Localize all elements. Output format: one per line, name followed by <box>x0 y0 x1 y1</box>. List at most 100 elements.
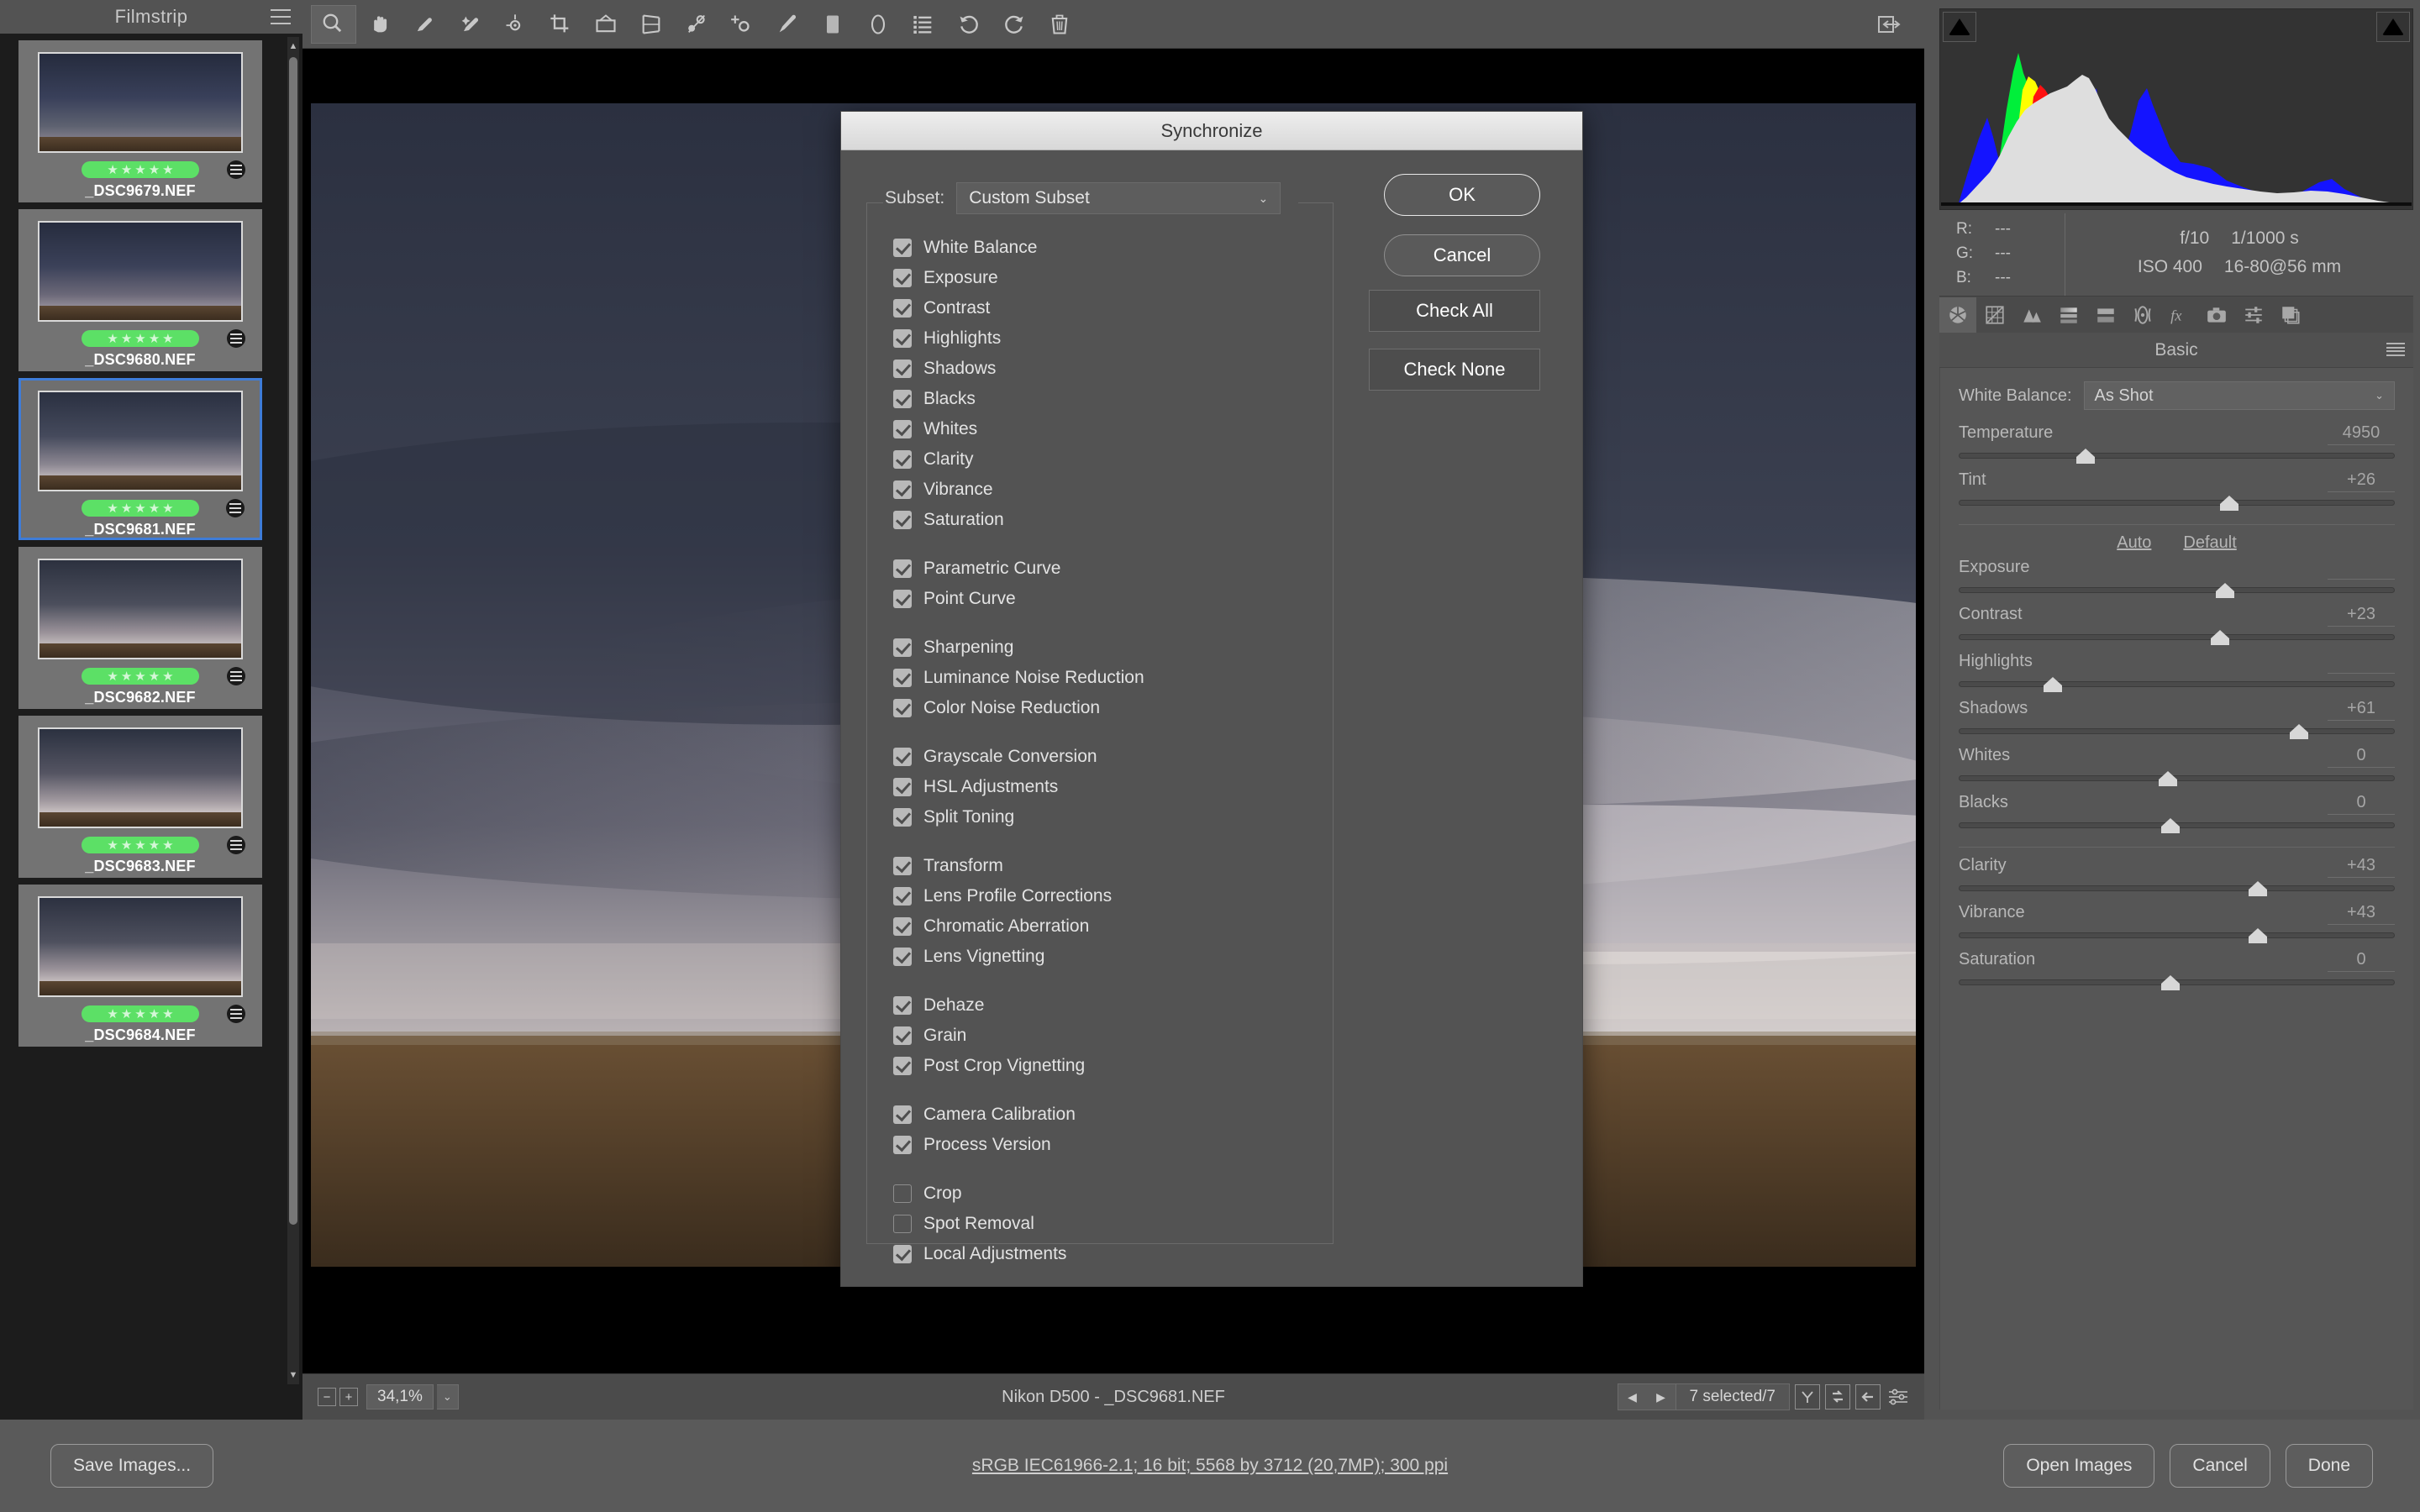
sync-checkbox-row[interactable]: Luminance Noise Reduction <box>893 663 1330 693</box>
slider-vibrance[interactable]: Vibrance+43 <box>1959 903 2395 945</box>
slider-value[interactable]: 4950 <box>2328 423 2395 445</box>
slider-handle[interactable] <box>2290 724 2308 739</box>
split-toning-tab[interactable] <box>2087 297 2124 333</box>
sliders-icon[interactable] <box>1886 1384 1911 1410</box>
sync-checkbox-row[interactable]: Whites <box>893 414 1330 444</box>
basic-tab[interactable] <box>1939 297 1976 333</box>
sync-checkbox-row[interactable]: Lens Profile Corrections <box>893 881 1330 911</box>
star-rating[interactable]: ★★★★★ <box>82 668 199 685</box>
next-image-icon[interactable]: ▶ <box>1647 1390 1676 1404</box>
checkbox-checked-icon[interactable] <box>893 748 912 766</box>
sync-checkbox-row[interactable]: Camera Calibration <box>893 1100 1330 1130</box>
slider-handle[interactable] <box>2044 677 2062 692</box>
zoom-level-value[interactable]: 34,1% <box>366 1384 434 1410</box>
checkbox-checked-icon[interactable] <box>893 269 912 287</box>
checkbox-checked-icon[interactable] <box>893 360 912 378</box>
checkbox-unchecked-icon[interactable] <box>893 1215 912 1233</box>
filmstrip-scrollbar[interactable]: ▲ ▼ <box>287 37 299 1384</box>
cancel-button[interactable]: Cancel <box>1384 234 1540 276</box>
checkbox-checked-icon[interactable] <box>893 638 912 657</box>
slider-temperature[interactable]: Temperature4950 <box>1959 423 2395 465</box>
slider-handle[interactable] <box>2220 496 2238 511</box>
star-rating[interactable]: ★★★★★ <box>82 500 199 517</box>
slider-track[interactable] <box>1959 816 2395 835</box>
zoom-in-button[interactable]: + <box>339 1388 358 1406</box>
slider-handle[interactable] <box>2216 583 2234 598</box>
scroll-down-icon[interactable]: ▼ <box>287 1366 299 1384</box>
graduated-filter-icon[interactable] <box>810 5 855 44</box>
slider-value[interactable]: +26 <box>2328 470 2395 492</box>
star-rating[interactable]: ★★★★★ <box>82 330 199 347</box>
preferences-icon[interactable] <box>901 5 946 44</box>
checkbox-checked-icon[interactable] <box>893 239 912 257</box>
panel-menu-icon[interactable] <box>2386 343 2405 356</box>
targeted-adjustment-icon[interactable] <box>492 5 538 44</box>
slider-track[interactable] <box>1959 722 2395 741</box>
toggle-fullscreen-icon[interactable] <box>1869 7 1909 42</box>
slider-value[interactable]: +43 <box>2328 856 2395 878</box>
lens-corrections-tab[interactable] <box>2124 297 2161 333</box>
white-balance-sliders[interactable]: Temperature4950Tint+26 <box>1959 423 2395 512</box>
sync-checkbox-row[interactable]: Chromatic Aberration <box>893 911 1330 942</box>
sync-checkbox-list[interactable]: White BalanceExposureContrastHighlightsS… <box>893 233 1330 1269</box>
scroll-up-icon[interactable]: ▲ <box>287 37 299 55</box>
checkbox-checked-icon[interactable] <box>893 390 912 408</box>
slider-value[interactable]: +23 <box>2328 605 2395 627</box>
slider-handle[interactable] <box>2249 928 2267 943</box>
checkbox-unchecked-icon[interactable] <box>893 1184 912 1203</box>
checkbox-checked-icon[interactable] <box>893 887 912 906</box>
presets-tab[interactable] <box>2235 297 2272 333</box>
delete-icon[interactable] <box>1037 5 1082 44</box>
sync-checkbox-row[interactable]: Lens Vignetting <box>893 942 1330 972</box>
rotate-clockwise-icon[interactable] <box>992 5 1037 44</box>
slider-value[interactable]: 0 <box>2328 950 2395 972</box>
image-navigation[interactable]: ◀ ▶ 7 selected/7 <box>1618 1383 1790 1410</box>
slider-blacks[interactable]: Blacks0 <box>1959 793 2395 835</box>
star-rating[interactable]: ★★★★★ <box>82 837 199 853</box>
check-all-button[interactable]: Check All <box>1369 290 1540 332</box>
checkbox-checked-icon[interactable] <box>893 1057 912 1075</box>
checkbox-checked-icon[interactable] <box>893 1026 912 1045</box>
hamburger-icon[interactable] <box>271 9 291 24</box>
checkbox-checked-icon[interactable] <box>893 808 912 827</box>
slider-handle[interactable] <box>2159 771 2177 786</box>
slider-track[interactable] <box>1959 675 2395 694</box>
filmstrip-thumbnail[interactable]: ★★★★★_DSC9684.NEF <box>18 885 262 1047</box>
slider-handle[interactable] <box>2076 449 2095 464</box>
sync-checkbox-row[interactable]: Dehaze <box>893 990 1330 1021</box>
auto-link[interactable]: Auto <box>2117 533 2151 553</box>
sync-checkbox-row[interactable]: Process Version <box>893 1130 1330 1160</box>
slider-handle[interactable] <box>2249 881 2267 896</box>
slider-highlights[interactable]: Highlights <box>1959 652 2395 694</box>
slider-value[interactable] <box>2328 558 2395 580</box>
zoom-controls[interactable]: − + 34,1% ⌄ <box>318 1384 459 1410</box>
sync-checkbox-row[interactable]: Parametric Curve <box>893 554 1330 584</box>
checkbox-checked-icon[interactable] <box>893 1245 912 1263</box>
slider-value[interactable]: +61 <box>2328 699 2395 721</box>
hsl-grayscale-tab[interactable] <box>2050 297 2087 333</box>
checkbox-checked-icon[interactable] <box>893 917 912 936</box>
scrollbar-thumb[interactable] <box>289 57 297 1225</box>
white-balance-select[interactable]: As Shot ⌄ <box>2084 381 2395 410</box>
checkbox-checked-icon[interactable] <box>893 1136 912 1154</box>
sync-checkbox-row[interactable]: Highlights <box>893 323 1330 354</box>
sync-checkbox-row[interactable]: Grayscale Conversion <box>893 742 1330 772</box>
snapshots-tab[interactable] <box>2272 297 2309 333</box>
slider-handle[interactable] <box>2161 818 2180 833</box>
sync-checkbox-row[interactable]: Crop <box>893 1179 1330 1209</box>
slider-track[interactable] <box>1959 879 2395 898</box>
red-eye-removal-icon[interactable] <box>719 5 765 44</box>
straighten-tool-icon[interactable] <box>583 5 629 44</box>
subset-select[interactable]: Custom Subset ⌄ <box>956 182 1281 214</box>
hand-tool-icon[interactable] <box>356 5 402 44</box>
slider-track[interactable] <box>1959 447 2395 465</box>
tone-curve-tab[interactable] <box>1976 297 2013 333</box>
sync-checkbox-row[interactable]: Contrast <box>893 293 1330 323</box>
sync-checkbox-row[interactable]: Clarity <box>893 444 1330 475</box>
slider-track[interactable] <box>1959 628 2395 647</box>
checkbox-checked-icon[interactable] <box>893 559 912 578</box>
sync-settings-icon[interactable] <box>1825 1384 1850 1410</box>
filmstrip-thumbnail[interactable]: ★★★★★_DSC9681.NEF <box>18 378 262 540</box>
effects-tab[interactable]: fx <box>2161 297 2198 333</box>
check-none-button[interactable]: Check None <box>1369 349 1540 391</box>
